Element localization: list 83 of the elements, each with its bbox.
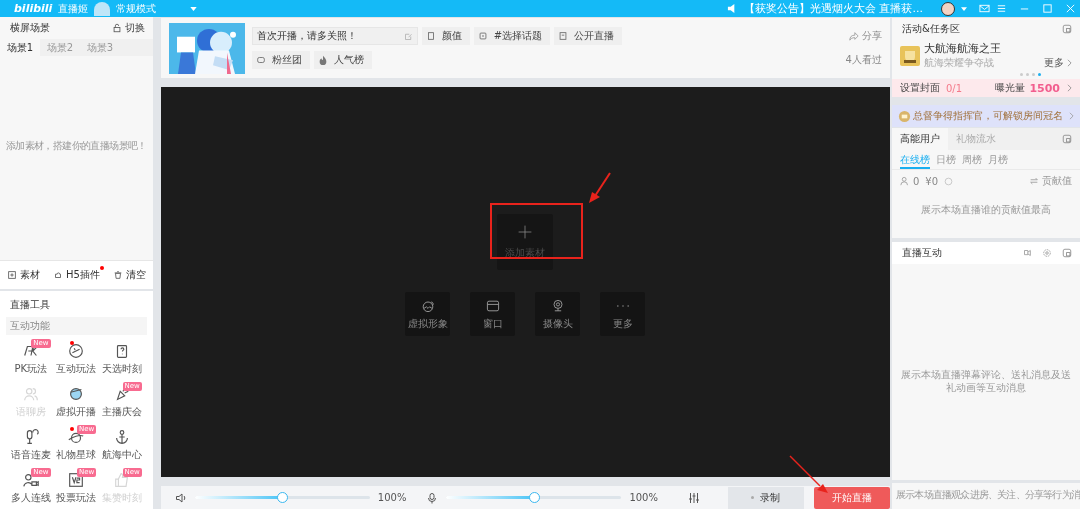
people-icon xyxy=(21,385,40,403)
anchor-icon xyxy=(113,428,131,446)
scene-tab[interactable]: 场景1 xyxy=(0,39,40,56)
speaker-icon[interactable] xyxy=(174,491,187,504)
dot-icon xyxy=(751,496,755,499)
microphone-reading: 100% xyxy=(629,492,658,503)
chevron-icon xyxy=(1067,84,1072,92)
tag-button[interactable]: 公开直播 xyxy=(554,27,623,45)
flame-icon xyxy=(317,55,328,65)
more-icon xyxy=(616,304,629,307)
tool-button[interactable]: 虚拟开播 xyxy=(53,382,100,423)
panel-title: 活动&任务区 xyxy=(902,22,960,36)
plus-icon xyxy=(517,224,534,240)
panel-title: 直播互动 xyxy=(902,246,942,260)
document-icon xyxy=(558,31,569,41)
action-button[interactable]: H5插件 xyxy=(52,268,100,282)
share-button[interactable]: 分享 xyxy=(849,29,882,43)
banner-title: 大航海航海之王 xyxy=(924,41,1002,56)
trash-icon xyxy=(113,270,124,280)
tool-button[interactable]: 语音连麦 xyxy=(8,425,54,466)
add-icon xyxy=(6,270,17,280)
empty-hint: 添加素材，搭建你的直播场景吧！ xyxy=(5,139,147,153)
user-count: 0 xyxy=(913,175,920,187)
user-avatar-icon[interactable] xyxy=(941,1,955,16)
title-input[interactable]: 首次开播，请多关照！ xyxy=(251,27,418,45)
action-button[interactable]: 清空 xyxy=(113,268,147,282)
viewer-count: 4人看过 xyxy=(845,53,882,67)
carousel-dot[interactable] xyxy=(1026,73,1030,76)
annotation-arrow xyxy=(589,172,611,203)
fan-button[interactable]: 粉丝团 xyxy=(251,51,310,69)
empty-hint: 展示本场直播谁的贡献值最高 xyxy=(921,203,1051,217)
caret-icon[interactable] xyxy=(961,6,967,11)
carousel-dot[interactable] xyxy=(1032,73,1036,76)
tool-button[interactable]: 天选时刻 xyxy=(99,339,145,380)
panel-title: 横屏场景 xyxy=(10,21,50,35)
maximize-icon[interactable] xyxy=(1042,3,1053,14)
panel-title: 直播工具 xyxy=(9,298,51,312)
chevron-icon xyxy=(1067,59,1072,67)
share-icon xyxy=(849,31,859,41)
switch-button[interactable]: 切换 xyxy=(111,21,145,35)
source-button[interactable]: 更多 xyxy=(600,292,646,336)
popout-icon[interactable] xyxy=(1062,248,1072,258)
action-button[interactable]: 素材 xyxy=(6,268,40,282)
annotation-arrow xyxy=(789,455,828,493)
tag-button[interactable]: #选择话题 xyxy=(473,27,551,45)
cover-row[interactable]: 设置封面 0/1 曝光量 1500 xyxy=(892,79,1080,97)
popout-icon[interactable] xyxy=(1062,24,1072,34)
lock-icon xyxy=(111,23,122,33)
mixer-icon[interactable] xyxy=(688,491,700,504)
menu-icon[interactable] xyxy=(996,3,1007,14)
promo-banner[interactable]: 总督争得指挥官，可解锁房间冠名 xyxy=(892,105,1080,127)
badge-icon xyxy=(255,55,266,65)
more-link[interactable]: 更多 xyxy=(1044,56,1072,70)
user-icon xyxy=(900,176,910,186)
mail-icon[interactable] xyxy=(979,3,990,14)
medal-icon xyxy=(898,109,911,123)
volume-reading: 100% xyxy=(377,492,407,503)
source-button[interactable]: 窗口 xyxy=(470,292,516,336)
tool-button[interactable]: 互动玩法 xyxy=(53,339,100,380)
fan-button[interactable]: 人气榜 xyxy=(313,51,372,69)
ranking-tab[interactable]: 高能用户 xyxy=(892,128,948,150)
close-icon[interactable] xyxy=(1065,3,1076,14)
settings-icon[interactable] xyxy=(1042,248,1052,258)
caret-icon xyxy=(190,6,198,11)
empty-hint: 展示本场直播弹幕评论、送礼消息及送礼动画等互动消息 xyxy=(900,368,1072,394)
coin-count: ¥0 xyxy=(925,175,939,187)
popout-icon[interactable] xyxy=(1062,134,1072,144)
tag-button[interactable]: 颜值 xyxy=(421,27,470,45)
tool-button[interactable]: 航海中心 xyxy=(99,425,145,466)
source-button[interactable]: 摄像头 xyxy=(535,292,581,336)
carousel-dot[interactable] xyxy=(1020,73,1024,76)
banner-subtitle: 航海荣耀争夺战 xyxy=(924,56,995,70)
swap-icon xyxy=(1029,176,1039,186)
empty-hint: 展示本场直播观众进房、关注、分享等行为消 xyxy=(896,489,1080,500)
edit-icon xyxy=(403,31,413,41)
record-button[interactable]: 录制 xyxy=(728,486,804,509)
source-button[interactable]: 虚拟形象 xyxy=(405,292,451,336)
chevron-icon xyxy=(1069,112,1074,120)
app-logo: bilibili xyxy=(14,2,53,15)
app-name: 直播姬 xyxy=(58,1,89,16)
card-icon xyxy=(425,31,436,41)
section-label: 互动功能 xyxy=(10,320,50,331)
carousel-dot[interactable] xyxy=(1038,73,1042,76)
